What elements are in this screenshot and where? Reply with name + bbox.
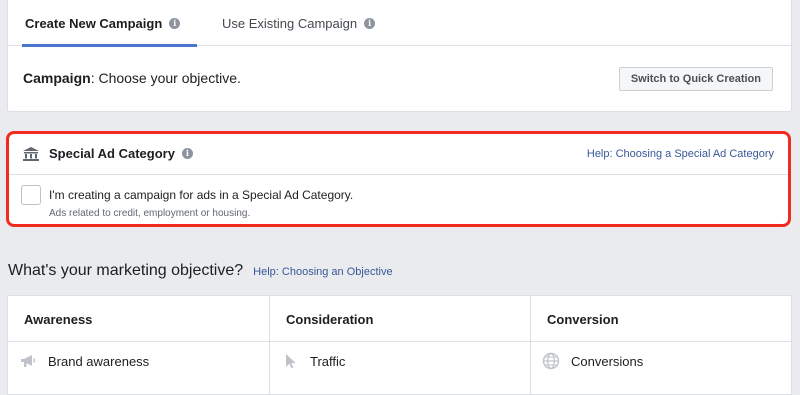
column-consideration: Consideration Traffic [269, 296, 530, 394]
marketing-objective-heading: What's your marketing objective? Help: C… [8, 262, 393, 280]
special-ad-category-title: Special Ad Category i [49, 146, 193, 161]
campaign-card: Create New Campaign i Use Existing Campa… [7, 0, 792, 112]
column-heading: Consideration [286, 312, 374, 327]
help-special-ad-category-link[interactable]: Help: Choosing a Special Ad Category [587, 148, 774, 160]
objective-table: Awareness Brand awareness Consideration … [7, 295, 792, 395]
objective-label: Conversions [571, 353, 644, 369]
special-ad-category-checkbox[interactable] [21, 185, 41, 205]
tab-use-existing-campaign[interactable]: Use Existing Campaign i [222, 0, 376, 46]
campaign-objective-prompt: Campaign: Choose your objective. [23, 70, 241, 86]
special-ad-category-checkbox-label[interactable]: I'm creating a campaign for ads in a Spe… [49, 188, 353, 202]
divider [8, 341, 269, 342]
marketing-objective-title: What's your marketing objective? [8, 262, 244, 279]
objective-label: Brand awareness [48, 353, 150, 369]
divider [270, 341, 530, 342]
campaign-prompt-text: : Choose your objective. [90, 70, 241, 86]
bank-icon [23, 147, 39, 161]
info-icon[interactable]: i [181, 148, 193, 159]
column-heading: Awareness [24, 312, 93, 327]
column-heading: Conversion [547, 312, 619, 327]
campaign-tabs: Create New Campaign i Use Existing Campa… [8, 0, 791, 47]
special-ad-category-label: Special Ad Category [49, 146, 175, 161]
special-ad-category-description: Ads related to credit, employment or hou… [49, 208, 251, 219]
campaign-label: Campaign [23, 70, 91, 86]
info-icon[interactable]: i [364, 17, 376, 29]
column-awareness: Awareness Brand awareness [8, 296, 269, 394]
objective-traffic[interactable]: Traffic [281, 352, 345, 370]
divider [531, 341, 791, 342]
info-icon[interactable]: i [169, 17, 181, 29]
special-ad-category-header: Special Ad Category i Help: Choosing a S… [9, 134, 788, 175]
switch-to-quick-creation-button[interactable]: Switch to Quick Creation [618, 67, 773, 91]
help-choosing-objective-link[interactable]: Help: Choosing an Objective [253, 266, 392, 278]
column-conversion: Conversion Conversions [530, 296, 791, 394]
objective-brand-awareness[interactable]: Brand awareness [19, 352, 149, 370]
tab-existing-label: Use Existing Campaign [222, 15, 358, 31]
objective-label: Traffic [310, 353, 346, 369]
objective-conversions[interactable]: Conversions [542, 352, 643, 370]
special-ad-category-card: Special Ad Category i Help: Choosing a S… [6, 131, 791, 227]
globe-icon [542, 352, 560, 370]
tab-create-label: Create New Campaign [25, 15, 163, 31]
tab-create-new-campaign[interactable]: Create New Campaign i [22, 0, 197, 47]
megaphone-icon [21, 355, 36, 367]
cursor-icon [286, 354, 296, 369]
